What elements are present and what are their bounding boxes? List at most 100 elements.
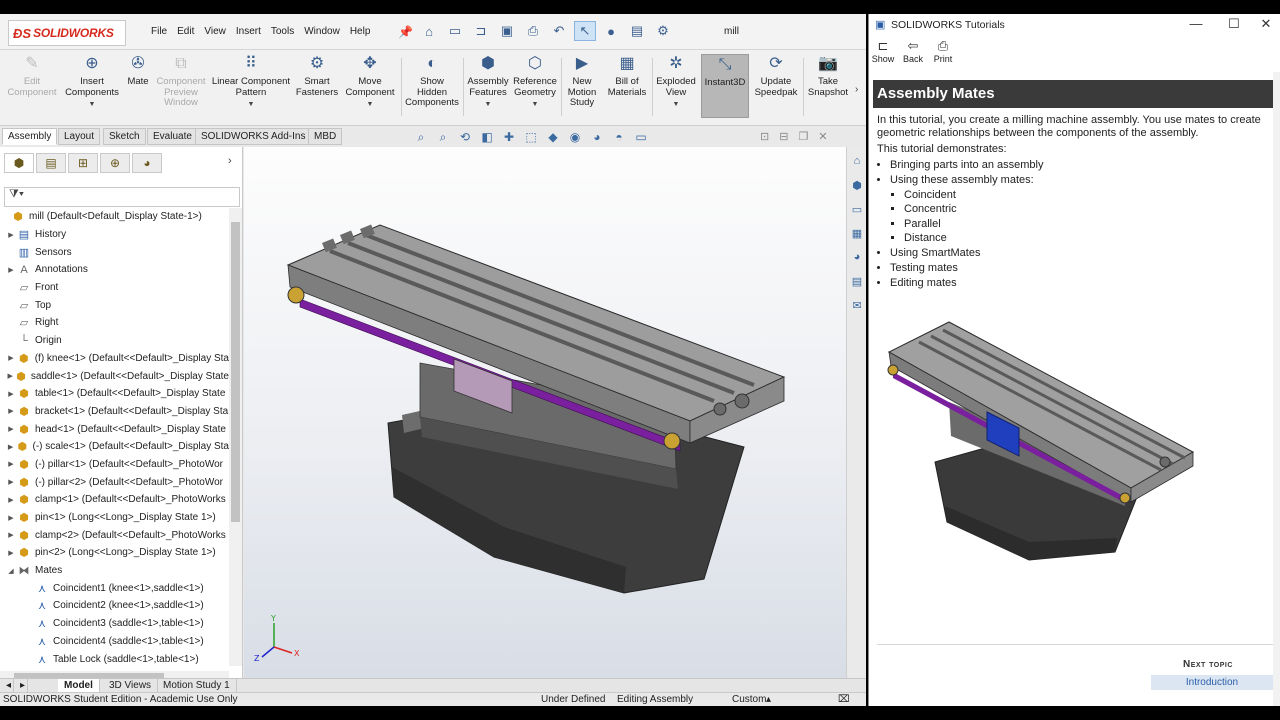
tab-scroll-right-icon[interactable]: ▸ xyxy=(14,679,28,693)
expand-arrow-icon[interactable]: ▶ xyxy=(6,478,16,486)
tree-item-mate[interactable]: ⋏ Table Lock (saddle<1>,table<1>) xyxy=(0,650,229,666)
show-button[interactable]: ⊏ Show xyxy=(871,38,895,72)
feature-manager-tree-icon[interactable]: ⬢ xyxy=(4,153,34,173)
tile-icon[interactable]: ⊟ xyxy=(779,130,788,143)
maximize-icon[interactable]: ❐ xyxy=(798,130,808,143)
units-dropdown-icon[interactable]: ▴ xyxy=(766,694,771,705)
assembly-features-button[interactable]: ⬢ Assembly Features ▼ xyxy=(466,54,510,111)
menu-view[interactable]: View xyxy=(199,24,231,39)
print-button[interactable]: ⎙ Print xyxy=(931,38,955,72)
exploded-view-button[interactable]: ✲ Exploded View ▼ xyxy=(654,54,698,111)
solidworks-forum-icon[interactable]: ✉ xyxy=(849,299,865,315)
previous-view-icon[interactable]: ⟲ xyxy=(456,130,474,145)
home-icon[interactable]: ⌂ xyxy=(418,21,440,41)
tab-mbd[interactable]: MBD xyxy=(308,128,343,145)
ribbon-overflow-icon[interactable]: › xyxy=(855,84,858,95)
solidworks-resources-icon[interactable]: ⌂ xyxy=(849,155,865,171)
collapse-arrow-icon[interactable]: ◢ xyxy=(6,567,16,575)
configuration-manager-icon[interactable]: ⊞ xyxy=(68,153,98,173)
dropdown-arrow-icon[interactable]: ▼ xyxy=(342,100,398,111)
dropdown-arrow-icon[interactable]: ▼ xyxy=(654,100,698,111)
edit-appearance-icon[interactable]: ◕ xyxy=(588,130,606,145)
menu-window[interactable]: Window xyxy=(299,24,345,39)
tree-item-mate[interactable]: ⋏ Coincident3 (saddle<1>,table<1>) xyxy=(0,615,229,633)
update-speedpak-button[interactable]: ⟳ Update Speedpak xyxy=(752,54,800,98)
dynamic-annotation-icon[interactable]: ✚ xyxy=(500,130,518,145)
tree-vertical-scrollbar[interactable] xyxy=(229,208,242,666)
file-properties-icon[interactable]: ▤ xyxy=(626,21,648,41)
tree-item[interactable]: ▶ A Annotations xyxy=(0,261,229,279)
tree-item[interactable]: ▶ ⬢ table<1> (Default<<Default>_Display St… xyxy=(0,385,229,403)
zoom-to-area-icon[interactable]: ⌕ xyxy=(434,130,452,145)
menu-help[interactable]: Help xyxy=(345,24,376,39)
component-preview-window-button[interactable]: ⧉ Component Preview Window xyxy=(154,54,208,109)
tree-item[interactable]: ▶ ⬢ saddle<1> (Default<<Default>_Display S… xyxy=(0,367,230,385)
minimize-icon[interactable]: — xyxy=(1181,16,1211,31)
tab-scroll-left-icon[interactable]: ◂ xyxy=(0,679,14,693)
tree-item[interactable]: ▶ ⬢ pin<2> (Long<<Long>_Display State 1>) xyxy=(0,544,229,562)
tab-solidworks-addins[interactable]: SOLIDWORKS Add-Ins xyxy=(195,128,312,145)
restore-icon[interactable]: ⊡ xyxy=(760,130,769,143)
expand-arrow-icon[interactable]: ▶ xyxy=(6,390,16,398)
tree-filter-input[interactable]: ⧩▾ xyxy=(4,187,240,207)
tree-item[interactable]: ▶ ⬢ clamp<1> (Default<<Default>_PhotoWorks xyxy=(0,491,229,509)
dimxpert-manager-icon[interactable]: ⊕ xyxy=(100,153,130,173)
linear-component-pattern-button[interactable]: ⠿ Linear Component Pattern ▼ xyxy=(210,54,292,111)
expand-arrow-icon[interactable]: ▶ xyxy=(6,231,16,239)
tree-item[interactable]: ▱ Front xyxy=(0,279,229,297)
file-explorer-icon[interactable]: ▭ xyxy=(849,203,865,219)
edit-component-button[interactable]: ✎ Edit Component xyxy=(4,54,60,98)
mill-assembly-model[interactable]: Y X Z xyxy=(244,147,866,681)
appearances-icon[interactable]: ◕ xyxy=(849,251,865,267)
tab-sketch[interactable]: Sketch xyxy=(103,128,146,145)
dropdown-arrow-icon[interactable]: ▼ xyxy=(210,100,292,111)
print-icon[interactable]: ⎙ xyxy=(522,21,544,41)
display-style-icon[interactable]: ◆ xyxy=(544,130,562,145)
tree-item[interactable]: ▱ Top xyxy=(0,296,229,314)
pin-menu-icon[interactable]: 📌 xyxy=(398,25,413,39)
expand-arrow-icon[interactable]: ▶ xyxy=(6,354,16,362)
tree-item[interactable]: ▶ ⬢ (-) pillar<2> (Default<<Default>_Photo… xyxy=(0,473,229,491)
rebuild-status-icon[interactable]: ⌧ xyxy=(838,694,850,705)
tree-item[interactable]: ▶ ⬢ (-) scale<1> (Default<<Default>_Displa… xyxy=(0,438,229,456)
tree-item-mate[interactable]: ⋏ Coincident1 (knee<1>,saddle<1>) xyxy=(0,579,229,597)
tree-item[interactable]: ▶ ▤ History xyxy=(0,226,229,244)
expand-arrow-icon[interactable]: ▶ xyxy=(6,496,16,504)
expand-arrow-icon[interactable]: ▶ xyxy=(6,443,15,451)
close-icon[interactable]: ✕ xyxy=(818,130,827,143)
show-hidden-components-button[interactable]: ◐ Show Hidden Components xyxy=(404,54,460,109)
move-component-button[interactable]: ✥ Move Component ▼ xyxy=(342,54,398,111)
tree-item[interactable]: └ Origin xyxy=(0,332,229,350)
tab-evaluate[interactable]: Evaluate xyxy=(147,128,198,145)
menu-tools[interactable]: Tools xyxy=(266,24,299,39)
expand-arrow-icon[interactable]: ▶ xyxy=(6,372,14,380)
tab-assembly[interactable]: Assembly xyxy=(2,128,58,145)
expand-arrow-icon[interactable]: ▶ xyxy=(6,514,16,522)
tree-item[interactable]: ▶ ⬢ bracket<1> (Default<<Default>_Display … xyxy=(0,403,229,421)
tab-motion-study-1[interactable]: Motion Study 1 xyxy=(157,679,237,693)
scrollbar-thumb[interactable] xyxy=(231,222,240,522)
close-icon[interactable]: ✕ xyxy=(1251,16,1280,32)
rebuild-icon[interactable]: ● xyxy=(600,21,622,41)
apply-scene-icon[interactable]: ◓ xyxy=(610,130,628,145)
expand-arrow-icon[interactable]: ▶ xyxy=(6,531,16,539)
chevron-right-icon[interactable]: › xyxy=(228,155,232,167)
tree-item[interactable]: ▱ Right xyxy=(0,314,229,332)
expand-arrow-icon[interactable]: ▶ xyxy=(6,407,16,415)
tree-item-mate[interactable]: ⋏ Coincident2 (knee<1>,saddle<1>) xyxy=(0,597,229,615)
insert-components-button[interactable]: ⊕ Insert Components ▼ xyxy=(62,54,122,111)
expand-arrow-icon[interactable]: ▶ xyxy=(6,266,16,274)
design-library-icon[interactable]: ⬢ xyxy=(849,179,865,195)
menu-edit[interactable]: Edit xyxy=(172,24,199,39)
zoom-to-fit-icon[interactable]: ⌕ xyxy=(412,130,430,145)
tree-item-mates[interactable]: ◢ ⧓ Mates xyxy=(0,562,229,580)
custom-properties-icon[interactable]: ▤ xyxy=(849,275,865,291)
open-folder-icon[interactable]: ⊐ xyxy=(470,21,492,41)
menu-file[interactable]: File xyxy=(146,24,172,39)
tree-item[interactable]: ▶ ⬢ pin<1> (Long<<Long>_Display State 1>) xyxy=(0,509,229,527)
menu-insert[interactable]: Insert xyxy=(231,24,266,39)
section-view-icon[interactable]: ◧ xyxy=(478,130,496,145)
view-palette-icon[interactable]: ▦ xyxy=(849,227,865,243)
tree-item[interactable]: ▶ ⬢ head<1> (Default<<Default>_Display Sta… xyxy=(0,420,229,438)
next-topic-link[interactable]: Introduction xyxy=(1151,675,1273,690)
